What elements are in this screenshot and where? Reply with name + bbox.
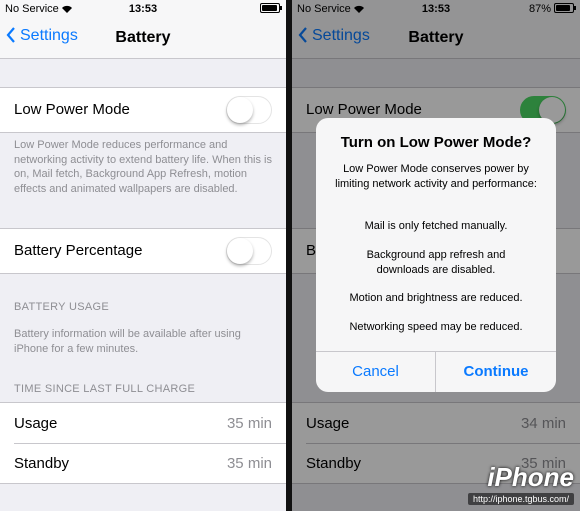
alert-item: Motion and brightness are reduced. [349,292,523,304]
alert-message: Low Power Mode conserves power by limiti… [335,163,537,190]
low-power-mode-description: Low Power Mode reduces performance and n… [14,139,273,195]
alert-item: Networking speed may be reduced. [349,321,523,333]
status-bar: No Service 13:53 [0,0,286,20]
cell-low-power-mode[interactable]: Low Power Mode [0,87,286,133]
low-power-mode-label: Low Power Mode [14,101,130,118]
watermark: iPhone http://iphone.tgbus.com/ [467,462,574,505]
usage-label: Usage [14,415,58,432]
alert-buttons: Cancel Continue [316,351,556,392]
battery-percentage-label: Battery Percentage [14,242,143,259]
watermark-url: http://iphone.tgbus.com/ [467,493,574,505]
alert-item: Mail is only fetched manually. [364,220,508,232]
battery-icon [260,3,282,13]
standby-value: 35 min [226,455,272,472]
watermark-logo: iPhone [487,462,574,492]
last-charge-header: TIME SINCE LAST FULL CHARGE [14,383,196,395]
battery-usage-info: Battery information will be available af… [14,328,241,355]
cancel-button[interactable]: Cancel [316,352,435,392]
low-power-alert: Turn on Low Power Mode? Low Power Mode c… [316,118,556,392]
battery-percentage-switch[interactable] [226,237,272,265]
alert-item: Background app refresh and downloads are… [366,249,506,276]
usage-value: 35 min [226,415,272,432]
battery-usage-header: BATTERY USAGE [14,301,109,313]
settings-screen-left: No Service 13:53 Settings Battery Low Po… [0,0,286,511]
low-power-mode-switch[interactable] [226,96,272,124]
status-time: 13:53 [128,3,158,15]
standby-label: Standby [14,455,70,472]
continue-button[interactable]: Continue [436,352,556,392]
nav-bar: Settings Battery [0,20,286,59]
cell-battery-percentage[interactable]: Battery Percentage [0,228,286,274]
settings-screen-right: No Service 13:53 87% Settings Battery Lo… [292,0,580,511]
page-title: Battery [115,29,171,46]
charge-stats-group: Usage 35 min Standby 35 min [0,402,286,484]
alert-title: Turn on Low Power Mode? [340,134,532,151]
